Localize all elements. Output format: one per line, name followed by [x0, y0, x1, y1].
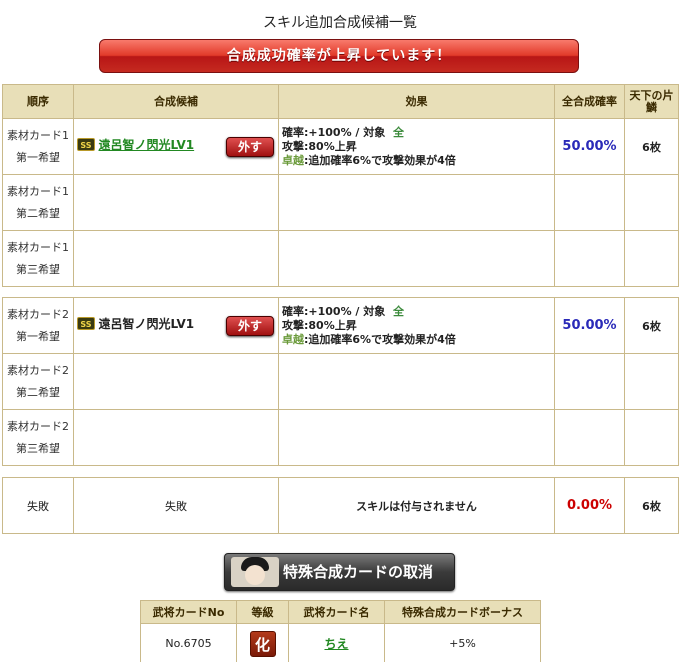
header-candidate: 合成候補: [73, 84, 279, 119]
order-line: 素材カード2: [7, 307, 69, 321]
candidate-cell[interactable]: [73, 409, 279, 466]
table-row: 素材カード1 第一希望 SS 遠呂智ノ閃光LV1 外す 確率:+100% / 対象…: [2, 118, 679, 175]
bonus-value: +5%: [384, 623, 541, 662]
bonus-header-no: 武将カードNo: [140, 600, 237, 624]
skill-name: 遠呂智ノ閃光LV1: [98, 317, 195, 331]
rate-cell: [554, 353, 625, 410]
order-cell: 素材カード2 第一希望: [2, 297, 74, 354]
success-rate-banner: 合成成功確率が上昇しています！: [99, 39, 579, 73]
count-cell: [624, 353, 679, 410]
order-cell: 素材カード2 第三希望: [2, 409, 74, 466]
bonus-table: 武将カードNo 等級 武将カード名 特殊合成カードボーナス No.6705 化 …: [140, 600, 541, 662]
count-cell: [624, 174, 679, 231]
count-value: 6枚: [624, 297, 679, 354]
candidate-cell: SS 遠呂智ノ閃光LV1 外す: [73, 297, 279, 354]
fail-order: 失敗: [2, 477, 74, 534]
rate-cell: [554, 230, 625, 287]
effect-cell: [278, 353, 555, 410]
table-row: 素材カード1 第二希望: [2, 174, 679, 231]
fail-table: 失敗 失敗 スキルは付与されません 0.00% 6枚: [2, 477, 679, 534]
effect-line: 確率:+100% / 対象 全: [282, 125, 404, 139]
candidate-table-1: 順序 合成候補 効果 全合成確率 天下の片鱗 素材カード1 第一希望 SS 遠呂智…: [2, 84, 679, 287]
candidate-cell[interactable]: [73, 353, 279, 410]
rate-cell: [554, 174, 625, 231]
count-value: 6枚: [624, 118, 679, 175]
order-line: 素材カード1: [7, 184, 69, 198]
order-line: 素材カード1: [7, 240, 69, 254]
count-cell: [624, 230, 679, 287]
effect-line: 確率:+100% / 対象 全: [282, 304, 404, 318]
order-line: 第二希望: [16, 206, 60, 220]
table-row: 素材カード2 第三希望: [2, 409, 679, 466]
effect-line: 卓越:追加確率6%で攻撃効果が4倍: [282, 332, 456, 346]
order-line: 第三希望: [16, 262, 60, 276]
fail-candidate: 失敗: [73, 477, 279, 534]
fail-effect: スキルは付与されません: [278, 477, 555, 534]
candidate-table-2: 素材カード2 第一希望 SS 遠呂智ノ閃光LV1 外す 確率:+100% / 対象…: [2, 297, 679, 466]
order-line: 素材カード1: [7, 128, 69, 142]
rank-badge: SS: [77, 138, 95, 151]
grade-badge: 化: [249, 630, 276, 657]
table-row: 素材カード1 第三希望: [2, 230, 679, 287]
rate-cell: [554, 409, 625, 466]
fail-count: 6枚: [624, 477, 679, 534]
order-line: 素材カード2: [7, 363, 69, 377]
order-cell: 素材カード1 第二希望: [2, 174, 74, 231]
cancel-button-label: 特殊合成カードの取消: [283, 563, 434, 581]
rank-badge: SS: [77, 317, 95, 330]
bonus-header-bonus: 特殊合成カードボーナス: [384, 600, 541, 624]
order-cell: 素材カード1 第一希望: [2, 118, 74, 175]
effect-cell: [278, 174, 555, 231]
table-row: 素材カード2 第一希望 SS 遠呂智ノ閃光LV1 外す 確率:+100% / 対象…: [2, 297, 679, 354]
order-line: 第二希望: [16, 385, 60, 399]
fail-rate: 0.00%: [554, 477, 625, 534]
rate-value: 50.00%: [554, 118, 625, 175]
fail-row: 失敗 失敗 スキルは付与されません 0.00% 6枚: [2, 477, 679, 534]
order-line: 素材カード2: [7, 419, 69, 433]
cancel-special-card-button[interactable]: 特殊合成カードの取消: [224, 553, 455, 591]
effect-cell: 確率:+100% / 対象 全 攻撃:80%上昇 卓越:追加確率6%で攻撃効果が…: [278, 297, 555, 354]
candidate-cell: SS 遠呂智ノ閃光LV1 外す: [73, 118, 279, 175]
name-cell: ちえ: [288, 623, 385, 662]
count-cell: [624, 409, 679, 466]
skill-link[interactable]: 遠呂智ノ閃光LV1: [99, 138, 195, 152]
order-line: 第一希望: [16, 150, 60, 164]
effect-line: 攻撃:80%上昇: [282, 318, 357, 332]
header-count: 天下の片鱗: [624, 84, 679, 119]
card-name-link[interactable]: ちえ: [324, 637, 348, 651]
rate-value: 50.00%: [554, 297, 625, 354]
page-title: スキル追加合成候補一覧: [263, 15, 417, 31]
header-order: 順序: [2, 84, 74, 119]
header-rate: 全合成確率: [554, 84, 625, 119]
candidate-cell[interactable]: [73, 174, 279, 231]
table-row: No.6705 化 ちえ +5%: [140, 623, 541, 662]
bonus-header-name: 武将カード名: [288, 600, 385, 624]
effect-cell: 確率:+100% / 対象 全 攻撃:80%上昇 卓越:追加確率6%で攻撃効果が…: [278, 118, 555, 175]
header-effect: 効果: [278, 84, 555, 119]
effect-cell: [278, 409, 555, 466]
effect-cell: [278, 230, 555, 287]
table-row: 素材カード2 第二希望: [2, 353, 679, 410]
bonus-header-grade: 等級: [236, 600, 289, 624]
order-line: 第一希望: [16, 329, 60, 343]
card-no: No.6705: [140, 623, 237, 662]
effect-line: 卓越:追加確率6%で攻撃効果が4倍: [282, 153, 456, 167]
order-cell: 素材カード1 第三希望: [2, 230, 74, 287]
order-line: 第三希望: [16, 441, 60, 455]
remove-button[interactable]: 外す: [226, 137, 274, 157]
character-portrait-icon: [231, 557, 279, 587]
candidate-cell[interactable]: [73, 230, 279, 287]
order-cell: 素材カード2 第二希望: [2, 353, 74, 410]
grade-cell: 化: [236, 623, 289, 662]
effect-line: 攻撃:80%上昇: [282, 139, 357, 153]
remove-button[interactable]: 外す: [226, 316, 274, 336]
